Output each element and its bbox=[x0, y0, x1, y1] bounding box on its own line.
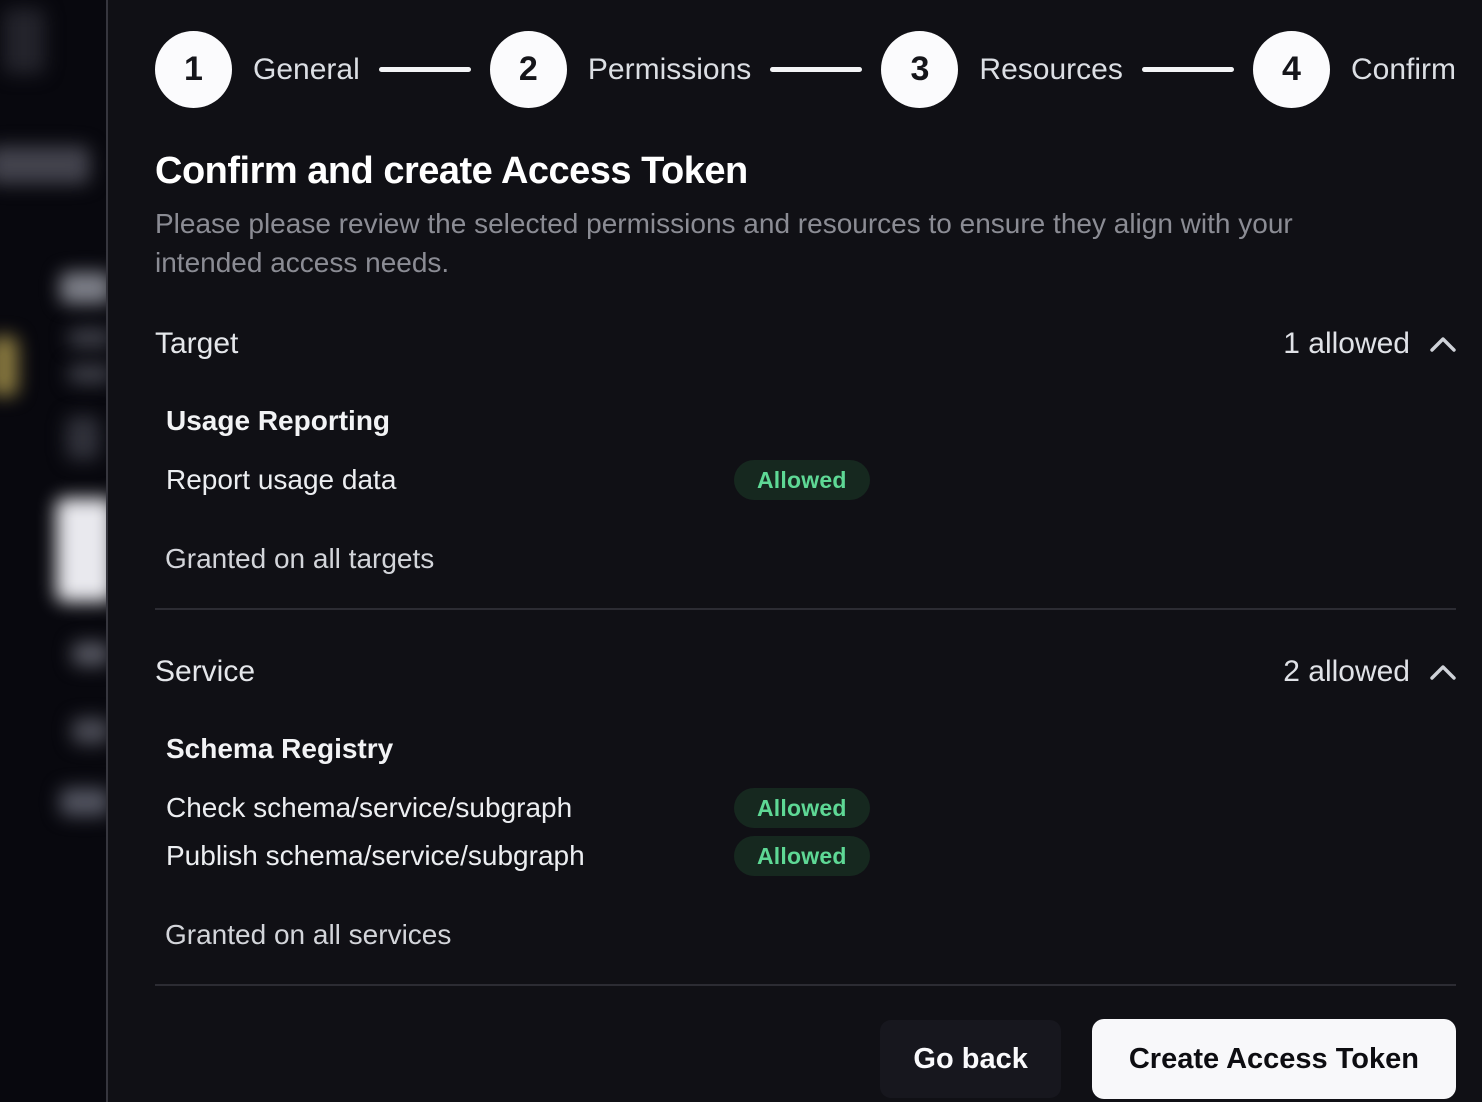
permission-row: Check schema/service/subgraph Allowed bbox=[166, 788, 1456, 828]
permission-label: Publish schema/service/subgraph bbox=[166, 840, 734, 872]
blurred-label bbox=[72, 718, 106, 744]
step-resources[interactable]: 3 Resources bbox=[881, 31, 1122, 108]
section-name: Target bbox=[155, 324, 238, 364]
chevron-up-icon[interactable] bbox=[1430, 336, 1456, 353]
footer-divider bbox=[155, 984, 1456, 986]
granted-scope-text: Granted on all services bbox=[165, 918, 1456, 952]
step-label: Confirm bbox=[1351, 53, 1456, 87]
permission-group-title: Usage Reporting bbox=[166, 404, 1456, 438]
section-allowed-summary: 2 allowed bbox=[1283, 652, 1456, 692]
create-access-token-button[interactable]: Create Access Token bbox=[1092, 1019, 1456, 1099]
stepper-connector bbox=[379, 67, 471, 72]
permission-group-title: Schema Registry bbox=[166, 732, 1456, 766]
blurred-label bbox=[60, 788, 106, 816]
blurred-white-card bbox=[56, 498, 106, 602]
section-divider bbox=[155, 608, 1456, 610]
step-number-circle: 2 bbox=[490, 31, 567, 108]
permission-row: Publish schema/service/subgraph Allowed bbox=[166, 836, 1456, 876]
screen: 1 General 2 Permissions 3 Resources 4 Co… bbox=[0, 0, 1482, 1102]
section-name: Service bbox=[155, 652, 255, 692]
blurred-body-text bbox=[68, 328, 106, 348]
blurred-body-text bbox=[68, 364, 106, 384]
section-target-header[interactable]: Target 1 allowed bbox=[155, 324, 1456, 364]
footer-actions: Go back Create Access Token bbox=[155, 1019, 1456, 1099]
step-confirm[interactable]: 4 Confirm bbox=[1253, 31, 1456, 108]
blurred-heading-text bbox=[60, 272, 106, 304]
step-number-circle: 1 bbox=[155, 31, 232, 108]
permission-row: Report usage data Allowed bbox=[166, 460, 1456, 500]
allowed-count: 2 allowed bbox=[1283, 652, 1410, 692]
step-label: General bbox=[253, 53, 360, 87]
blurred-label bbox=[72, 642, 106, 666]
blurred-logo bbox=[3, 8, 45, 74]
section-target: Target 1 allowed Usage Reporting Report … bbox=[155, 324, 1456, 576]
step-permissions[interactable]: 2 Permissions bbox=[490, 31, 751, 108]
blurred-nav-item bbox=[0, 146, 90, 184]
page-title: Confirm and create Access Token bbox=[155, 148, 1456, 194]
page-subtitle: Please please review the selected permis… bbox=[155, 204, 1390, 282]
permission-label: Report usage data bbox=[166, 464, 734, 496]
step-label: Permissions bbox=[588, 53, 751, 87]
chevron-up-icon[interactable] bbox=[1430, 664, 1456, 681]
permission-label: Check schema/service/subgraph bbox=[166, 792, 734, 824]
create-access-token-panel: 1 General 2 Permissions 3 Resources 4 Co… bbox=[106, 0, 1482, 1102]
step-number-circle: 3 bbox=[881, 31, 958, 108]
stepper: 1 General 2 Permissions 3 Resources 4 Co… bbox=[155, 31, 1456, 108]
status-badge: Allowed bbox=[734, 460, 870, 500]
section-allowed-summary: 1 allowed bbox=[1283, 324, 1456, 364]
step-label: Resources bbox=[979, 53, 1122, 87]
background-app-blurred bbox=[0, 0, 106, 1102]
blurred-icon bbox=[66, 416, 100, 460]
go-back-button[interactable]: Go back bbox=[880, 1020, 1060, 1098]
section-service-header[interactable]: Service 2 allowed bbox=[155, 652, 1456, 692]
status-badge: Allowed bbox=[734, 836, 870, 876]
step-general[interactable]: 1 General bbox=[155, 31, 360, 108]
allowed-count: 1 allowed bbox=[1283, 324, 1410, 364]
section-service: Service 2 allowed Schema Registry Check … bbox=[155, 652, 1456, 952]
stepper-connector bbox=[1142, 67, 1234, 72]
blurred-accent-block bbox=[0, 336, 18, 396]
status-badge: Allowed bbox=[734, 788, 870, 828]
step-number-circle: 4 bbox=[1253, 31, 1330, 108]
stepper-connector bbox=[770, 67, 862, 72]
granted-scope-text: Granted on all targets bbox=[165, 542, 1456, 576]
